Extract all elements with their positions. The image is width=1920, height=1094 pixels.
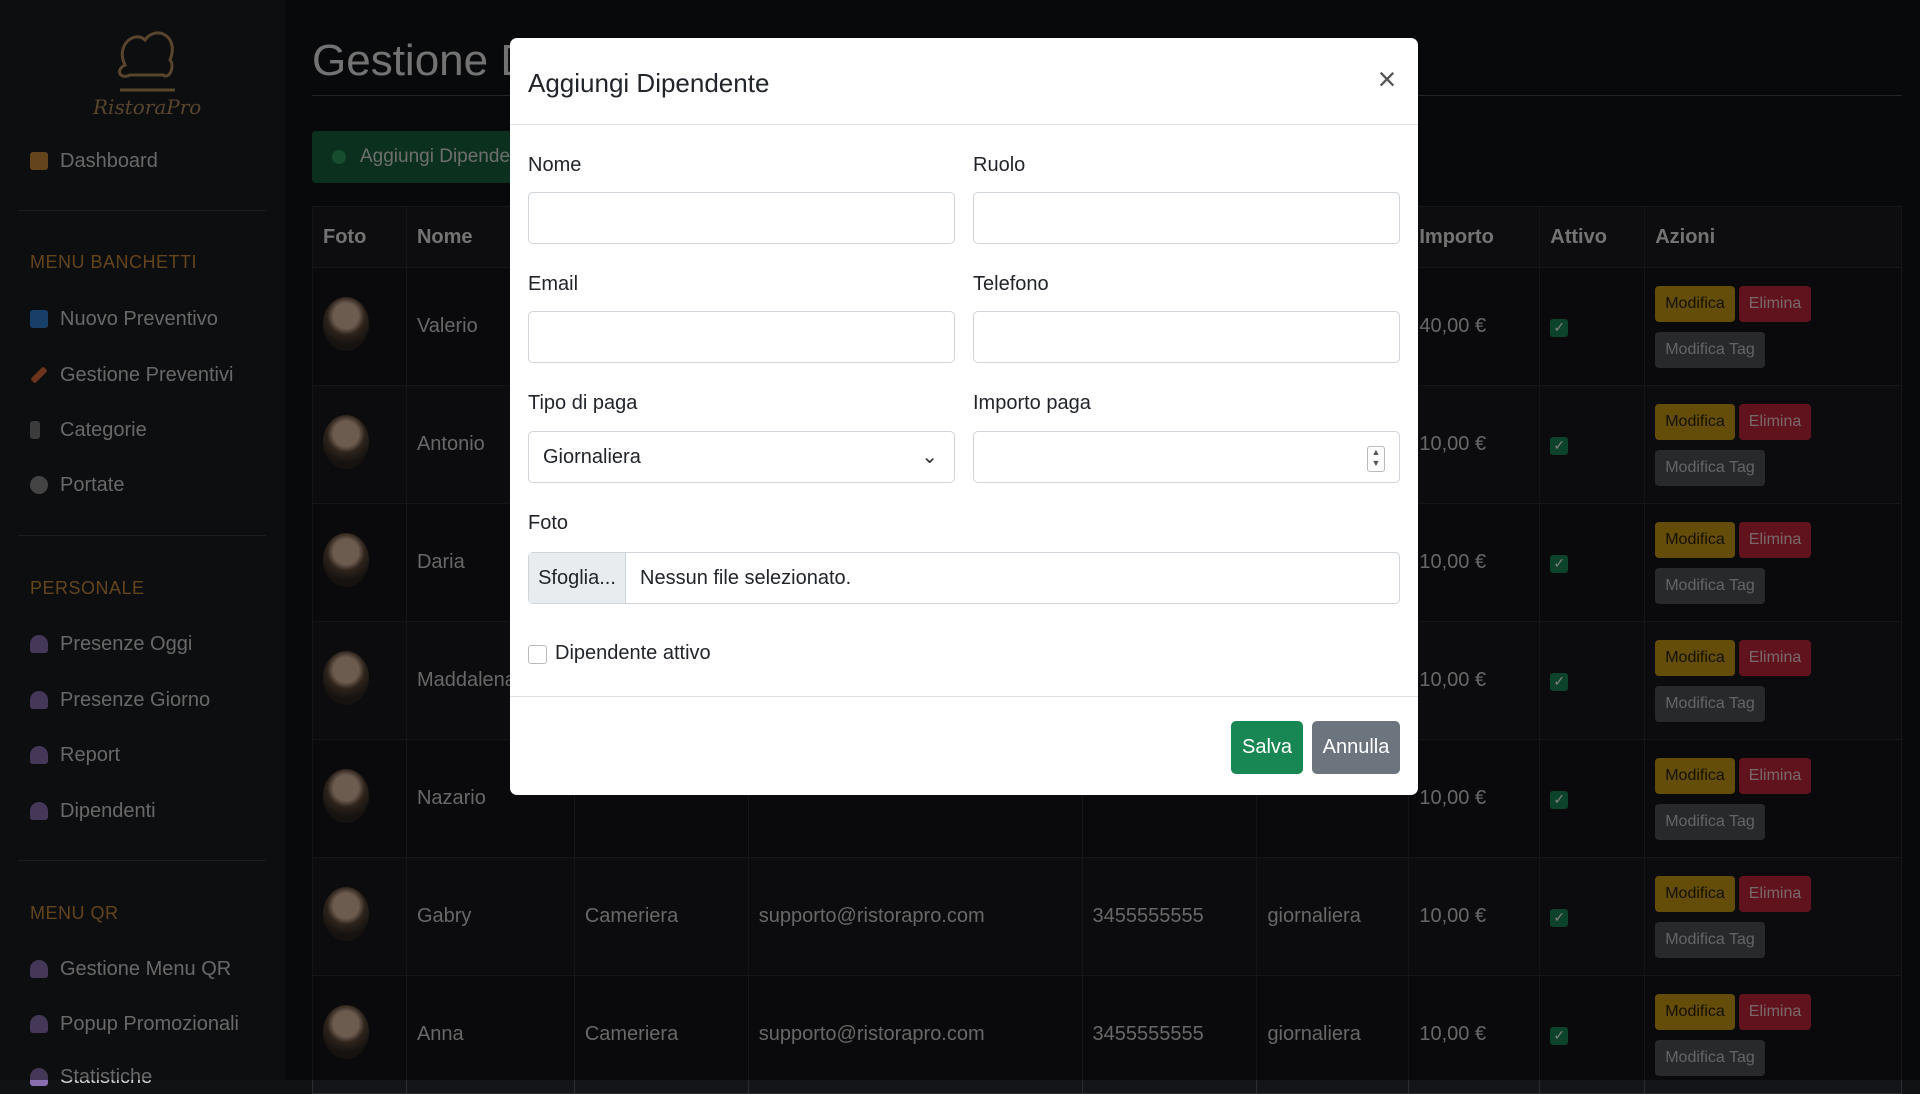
file-status: Nessun file selezionato.: [640, 566, 852, 589]
nome-label: Nome: [528, 154, 582, 176]
importo-paga-label: Importo paga: [973, 392, 1091, 414]
ruolo-label: Ruolo: [973, 154, 1026, 176]
email-field[interactable]: [528, 311, 955, 363]
modal-footer-divider: [510, 696, 1418, 697]
save-button[interactable]: Salva: [1231, 721, 1303, 774]
telefono-input[interactable]: [973, 311, 1400, 363]
cancel-button[interactable]: Annulla: [1312, 721, 1400, 774]
telefono-label: Telefono: [973, 273, 1049, 295]
importo-paga-input[interactable]: ▲ ▼: [973, 431, 1400, 483]
modal-title: Aggiungi Dipendente: [528, 68, 770, 98]
modal-header: Aggiungi Dipendente ×: [510, 38, 1418, 125]
tipo-paga-label: Tipo di paga: [528, 392, 638, 414]
tipo-paga-value: Giornaliera: [543, 445, 641, 468]
foto-file-input[interactable]: Sfoglia... Nessun file selezionato.: [528, 552, 1400, 604]
active-employee-label[interactable]: Dipendente attivo: [555, 642, 711, 665]
add-employee-modal: Aggiungi Dipendente × Nome Ruolo Email T…: [510, 38, 1418, 795]
email-label: Email: [528, 273, 579, 295]
chevron-down-icon: ⌄: [921, 446, 938, 468]
browse-button[interactable]: Sfoglia...: [529, 553, 626, 603]
nome-input[interactable]: [528, 192, 955, 244]
active-employee-checkbox[interactable]: [528, 645, 547, 664]
close-icon[interactable]: ×: [1372, 63, 1402, 95]
ruolo-input[interactable]: [973, 192, 1400, 244]
number-spinner-icon[interactable]: ▲ ▼: [1367, 446, 1385, 472]
foto-label: Foto: [528, 512, 569, 534]
tipo-paga-select[interactable]: Giornaliera ⌄: [528, 431, 955, 483]
